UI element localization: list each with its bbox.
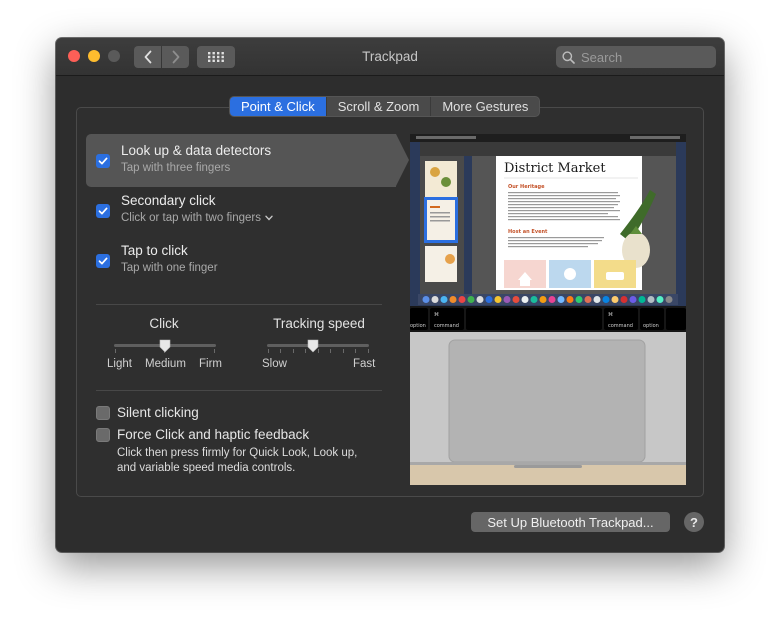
gesture-preview-illustration: District Market Our Heritage Host an Eve… xyxy=(410,134,686,485)
force-click-checkbox[interactable] xyxy=(96,428,110,442)
silent-clicking-checkbox[interactable] xyxy=(96,406,110,420)
preview-section-heading: Host an Event xyxy=(508,229,548,235)
chevron-down-icon xyxy=(265,215,273,221)
look-up-checkbox[interactable] xyxy=(96,154,110,168)
preview-key-option: option xyxy=(643,323,659,329)
setup-bluetooth-trackpad-button[interactable]: Set Up Bluetooth Trackpad... xyxy=(471,512,670,532)
checkmark-icon xyxy=(98,257,108,265)
option-tap-to-click[interactable]: Tap to click Tap with one finger xyxy=(86,234,396,287)
secondary-click-checkbox[interactable] xyxy=(96,204,110,218)
preview-section-heading: Our Heritage xyxy=(508,184,545,190)
title-bar: Trackpad xyxy=(56,38,724,76)
tracking-label-slow: Slow xyxy=(262,358,287,370)
option-title: Secondary click xyxy=(121,193,216,208)
option-subtitle: Tap with one finger xyxy=(121,262,218,274)
click-slider-title: Click xyxy=(149,316,179,331)
preview-key-option: option xyxy=(410,323,426,329)
checkmark-icon xyxy=(98,207,108,215)
checkmark-icon xyxy=(98,157,108,165)
gesture-preview: District Market Our Heritage Host an Eve… xyxy=(410,134,686,485)
option-subtitle: Tap with three fingers xyxy=(121,162,231,174)
help-button[interactable]: ? xyxy=(684,512,704,532)
option-title: Tap to click xyxy=(121,243,188,258)
secondary-click-dropdown[interactable]: Click or tap with two fingers xyxy=(121,212,273,224)
preview-key-command: command xyxy=(434,323,459,329)
option-subtitle: Click or tap with two fingers xyxy=(121,212,261,224)
slider-knob[interactable] xyxy=(159,339,171,353)
force-click-label: Force Click and haptic feedback xyxy=(117,427,310,442)
search-icon xyxy=(562,50,575,64)
tab-bar: Point & Click Scroll & Zoom More Gesture… xyxy=(229,96,541,117)
tracking-label-fast: Fast xyxy=(353,358,376,370)
preview-doc-title: District Market xyxy=(504,161,606,176)
option-secondary-click[interactable]: Secondary click Click or tap with two fi… xyxy=(86,184,396,237)
slider-knob[interactable] xyxy=(307,339,319,353)
option-title: Look up & data detectors xyxy=(121,143,272,158)
svg-text:⌘: ⌘ xyxy=(608,312,613,318)
search-input[interactable] xyxy=(581,49,701,65)
option-look-up[interactable]: Look up & data detectors Tap with three … xyxy=(86,134,409,187)
tab-more-gestures[interactable]: More Gestures xyxy=(431,97,539,116)
preview-key-command: command xyxy=(608,323,633,329)
click-label-medium: Medium xyxy=(145,358,186,370)
click-label-light: Light xyxy=(107,358,132,370)
svg-text:⌘: ⌘ xyxy=(434,312,439,318)
silent-clicking-label: Silent clicking xyxy=(117,405,199,420)
tab-scroll-zoom[interactable]: Scroll & Zoom xyxy=(327,97,432,116)
preferences-window: Trackpad Point & Click Scroll & Zoom Mor… xyxy=(56,38,724,552)
divider xyxy=(96,390,382,391)
force-click-description: Click then press firmly for Quick Look, … xyxy=(117,447,358,474)
tracking-speed-title: Tracking speed xyxy=(273,316,365,331)
tab-point-click[interactable]: Point & Click xyxy=(230,97,327,116)
click-label-firm: Firm xyxy=(199,358,222,370)
divider xyxy=(96,304,382,305)
tap-to-click-checkbox[interactable] xyxy=(96,254,110,268)
search-field[interactable] xyxy=(556,46,716,68)
